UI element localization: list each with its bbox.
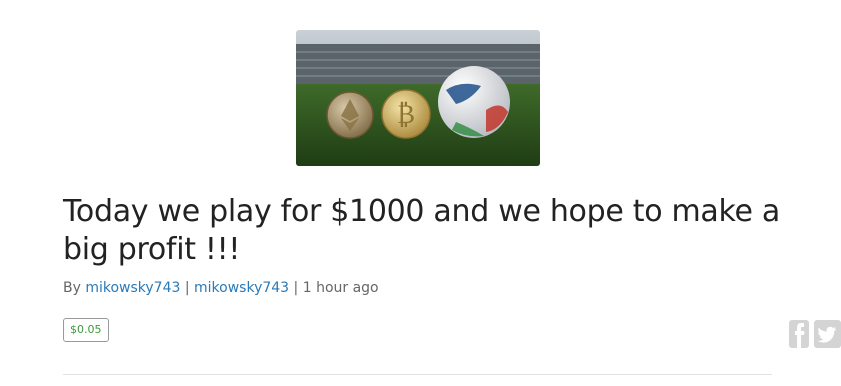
facebook-icon[interactable]: [789, 320, 809, 348]
post-time: 1 hour ago: [302, 280, 379, 296]
byline-separator: |: [293, 280, 299, 296]
byline-separator: |: [184, 280, 190, 296]
post-byline: By mikowsky743 | mikowsky743 | 1 hour ag…: [63, 279, 379, 297]
divider: [63, 374, 772, 375]
twitter-icon[interactable]: [814, 320, 841, 348]
author-link[interactable]: mikowsky743: [85, 280, 180, 296]
payout-badge[interactable]: $0.05: [63, 318, 109, 342]
community-link[interactable]: mikowsky743: [194, 280, 289, 296]
byline-prefix: By: [63, 280, 81, 296]
post-title: Today we play for $1000 and we hope to m…: [63, 194, 780, 267]
post-hero-image[interactable]: ₿: [296, 30, 540, 166]
svg-text:₿: ₿: [397, 100, 415, 130]
